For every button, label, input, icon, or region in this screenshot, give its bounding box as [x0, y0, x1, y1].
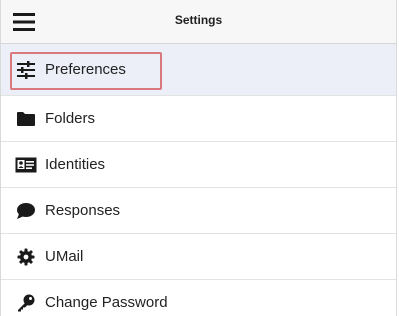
id-card-icon [15, 155, 37, 175]
sliders-icon [15, 60, 37, 80]
settings-menu: Preferences Folders Identities Responses… [1, 44, 396, 316]
menu-item-folders[interactable]: Folders [1, 96, 396, 142]
settings-panel: Settings Preferences Folders Identities … [0, 0, 397, 316]
header-bar: Settings [1, 0, 396, 44]
menu-item-label: Preferences [45, 61, 126, 78]
menu-item-label: UMail [45, 248, 84, 265]
speech-bubble-icon [15, 201, 37, 221]
menu-item-umail[interactable]: UMail [1, 234, 396, 280]
menu-item-responses[interactable]: Responses [1, 188, 396, 234]
menu-item-identities[interactable]: Identities [1, 142, 396, 188]
gear-icon [15, 247, 37, 267]
menu-item-label: Responses [45, 202, 121, 219]
menu-item-preferences[interactable]: Preferences [1, 44, 396, 96]
menu-item-label: Identities [45, 156, 106, 173]
key-icon [15, 293, 37, 313]
menu-item-label: Folders [45, 110, 96, 127]
menu-item-change-password[interactable]: Change Password [1, 280, 396, 316]
menu-item-label: Change Password [45, 294, 168, 311]
folder-icon [15, 109, 37, 129]
page-title: Settings [174, 13, 223, 27]
